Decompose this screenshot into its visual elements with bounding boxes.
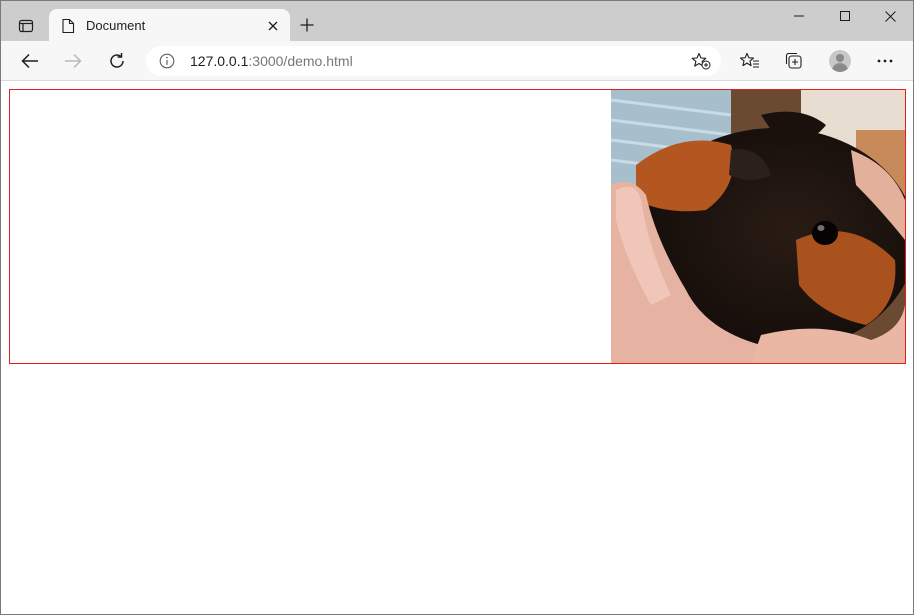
add-favorite-icon[interactable] [691, 52, 711, 70]
collections-button[interactable] [779, 47, 809, 75]
tab-actions-button[interactable] [13, 13, 39, 39]
guinea-pig-photo [611, 90, 905, 363]
tab-title: Document [86, 18, 146, 33]
maximize-button[interactable] [822, 1, 868, 31]
window-close-button[interactable] [867, 1, 913, 31]
reload-icon [110, 53, 124, 68]
minimize-button[interactable] [776, 1, 822, 31]
forward-arrow-icon [65, 53, 82, 69]
tab-actions-icon [18, 19, 34, 33]
tab-close-button[interactable] [264, 17, 282, 35]
guinea-pig-image [611, 90, 905, 363]
close-icon [884, 10, 896, 22]
url-path: :3000/demo.html [248, 53, 353, 69]
back-button[interactable] [15, 47, 45, 75]
maximize-icon [840, 11, 850, 21]
favorites-icon [740, 52, 759, 68]
back-arrow-icon [21, 53, 38, 69]
avatar [829, 50, 851, 72]
profile-button[interactable] [825, 47, 855, 75]
plus-icon [300, 18, 314, 32]
tab-strip: Document [1, 1, 913, 42]
more-options-button[interactable] [870, 47, 900, 75]
site-info-icon[interactable] [159, 53, 175, 69]
new-tab-button[interactable] [295, 13, 319, 37]
page-viewport [1, 81, 913, 614]
minimize-icon [794, 15, 804, 17]
url-text[interactable]: 127.0.0.1:3000/demo.html [190, 53, 353, 69]
document-icon [62, 18, 75, 34]
url-host: 127.0.0.1 [190, 53, 249, 69]
browser-window: Document 127.0.0.1:3000/demo.html [0, 0, 914, 615]
favorites-button[interactable] [735, 47, 765, 75]
address-bar[interactable]: 127.0.0.1:3000/demo.html [146, 46, 721, 76]
forward-button[interactable] [58, 47, 88, 75]
close-icon [268, 21, 278, 31]
demo-container [9, 89, 906, 364]
navigation-toolbar: 127.0.0.1:3000/demo.html [1, 41, 913, 81]
tab-document[interactable]: Document [49, 9, 290, 42]
ellipsis-icon [877, 59, 893, 63]
collections-icon [785, 52, 802, 69]
reload-button[interactable] [102, 47, 132, 75]
